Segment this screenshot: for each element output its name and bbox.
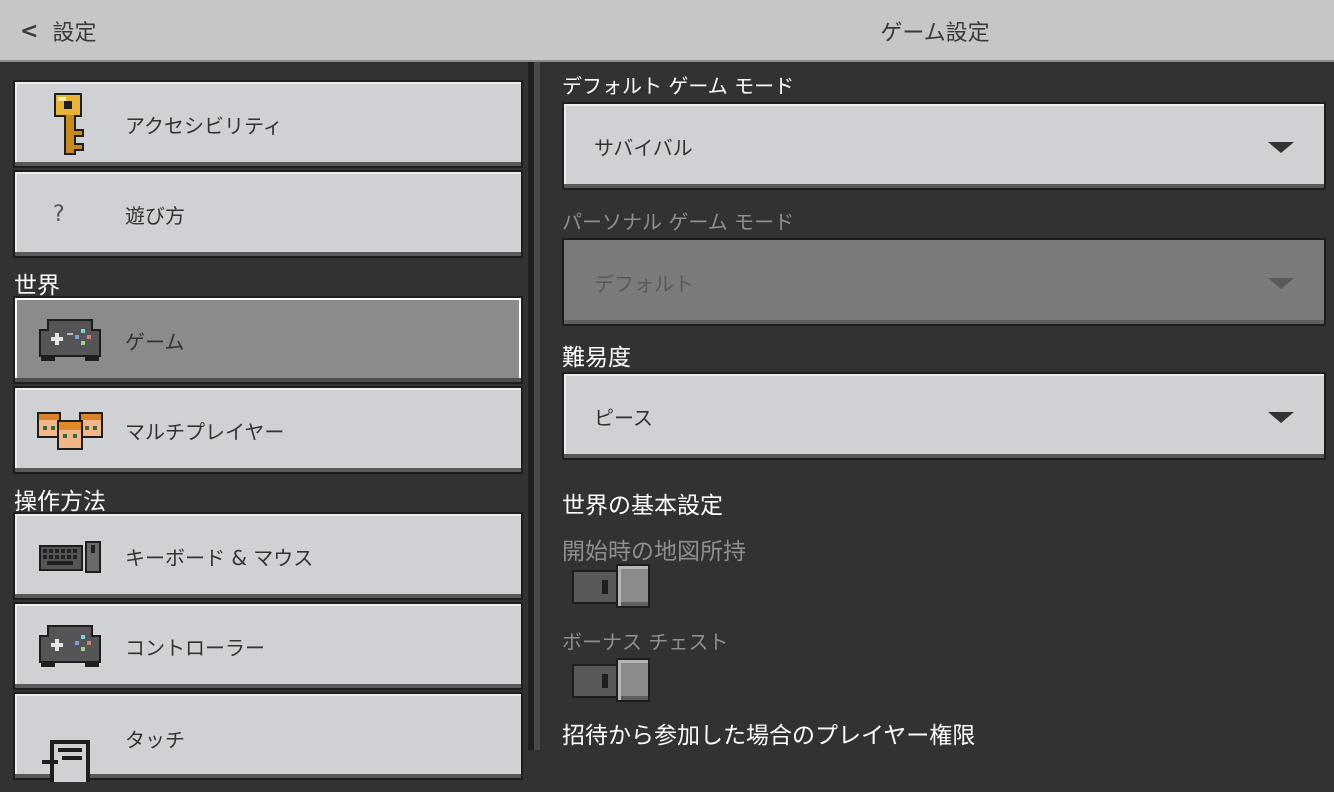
page-title: ゲーム設定 [880, 21, 990, 46]
settings-panel: デフォルト ゲーム モード サバイバル パーソナル ゲーム モード デフォルト … [540, 62, 1334, 750]
sidebar-item-controller[interactable]: コントローラー [13, 602, 523, 690]
starting-map-label: 開始時の地図所持 [562, 539, 746, 565]
caret-down-icon [1268, 278, 1294, 289]
sidebar-item-label: タッチ [125, 728, 185, 752]
key-icon [35, 89, 105, 159]
section-label-world: 世界 [14, 273, 60, 299]
default-game-mode-label: デフォルト ゲーム モード [562, 74, 795, 98]
toggle-indicator [602, 674, 608, 688]
sidebar-item-label: 遊び方 [125, 203, 185, 228]
back-button[interactable]: < 設定 [10, 8, 106, 54]
back-label: 設定 [52, 21, 97, 46]
sidebar-item-game[interactable]: ゲーム [13, 296, 523, 384]
sidebar-item-touch[interactable]: タッチ [13, 692, 523, 782]
sidebar-item-accessibility[interactable]: アクセシビリティ [13, 80, 523, 168]
world-basics-heading: 世界の基本設定 [562, 493, 723, 519]
gamepad-icon [35, 305, 105, 375]
default-game-mode-dropdown[interactable]: サバイバル [562, 102, 1326, 190]
section-label-controls: 操作方法 [14, 489, 106, 515]
caret-down-icon [1268, 412, 1294, 423]
sidebar-item-label: マルチプレイヤー [125, 419, 285, 444]
sidebar-item-multiplayer[interactable]: マルチプレイヤー [13, 386, 523, 474]
difficulty-label: 難易度 [562, 345, 631, 371]
sidebar-item-label: ゲーム [125, 329, 185, 354]
dropdown-value: デフォルト [594, 271, 694, 296]
invite-permissions-heading: 招待から参加した場合のプレイヤー権限 [562, 723, 976, 749]
sidebar-item-label: コントローラー [125, 635, 265, 660]
sidebar-item-keyboard-mouse[interactable]: キーボード & マウス [13, 512, 523, 600]
sidebar: アクセシビリティ ? 遊び方 世界 ゲーム マルチプレイヤー 操作方法 キーボー… [0, 62, 534, 782]
sidebar-item-label: アクセシビリティ [125, 113, 283, 138]
bonus-chest-label: ボーナス チェスト [562, 630, 729, 654]
difficulty-dropdown[interactable]: ピース [562, 372, 1326, 460]
personal-game-mode-dropdown: デフォルト [562, 238, 1326, 326]
sidebar-item-label: キーボード & マウス [125, 545, 314, 570]
top-bar: < 設定 ゲーム設定 [0, 0, 1334, 62]
touch-icon [35, 722, 105, 792]
dropdown-value: ピース [594, 405, 653, 430]
players-icon [35, 395, 105, 465]
toggle-knob [616, 658, 650, 702]
chevron-left-icon: < [20, 18, 39, 44]
toggle-indicator [602, 580, 608, 594]
dropdown-value: サバイバル [594, 135, 693, 160]
toggle-knob [616, 564, 650, 608]
sidebar-item-how-to-play[interactable]: ? 遊び方 [13, 170, 523, 258]
question-icon: ? [53, 201, 65, 227]
keyboard-mouse-icon [35, 521, 105, 591]
caret-down-icon [1268, 142, 1294, 153]
starting-map-toggle[interactable] [572, 562, 650, 608]
bonus-chest-toggle[interactable] [572, 656, 650, 702]
personal-game-mode-label: パーソナル ゲーム モード [562, 210, 795, 234]
controller-icon [35, 611, 105, 681]
